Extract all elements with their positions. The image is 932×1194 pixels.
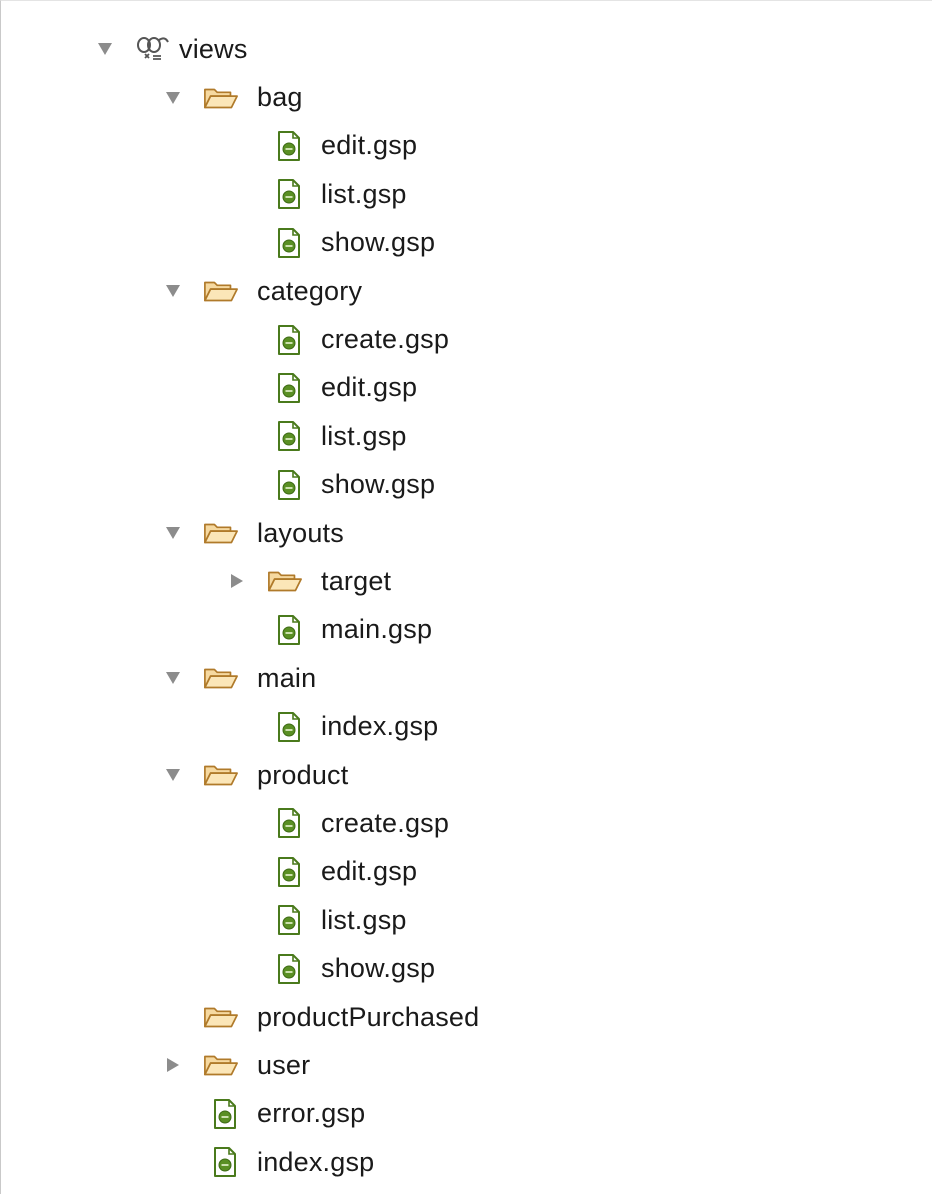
tree-folder-target[interactable]: target <box>1 557 932 605</box>
gsp-file-icon <box>271 372 307 404</box>
tree-file[interactable]: list.gsp <box>1 170 932 218</box>
tree-item-label: main <box>257 662 317 693</box>
expand-toggle[interactable] <box>163 668 183 688</box>
tree-file[interactable]: edit.gsp <box>1 122 932 170</box>
folder-icon <box>203 517 239 549</box>
tree-root-label: views <box>179 33 248 64</box>
tree-file[interactable]: create.gsp <box>1 315 932 363</box>
tree-folder-productpurchased[interactable]: productPurchased <box>1 993 932 1041</box>
tree-item-label: main.gsp <box>321 614 433 645</box>
folder-icon <box>203 1001 239 1033</box>
expand-toggle[interactable] <box>163 1055 183 1075</box>
folder-icon <box>203 662 239 694</box>
tree-file[interactable]: index.gsp <box>1 1138 932 1186</box>
tree-folder-product[interactable]: product <box>1 751 932 799</box>
folder-icon <box>267 565 303 597</box>
tree-folder-user[interactable]: user <box>1 1041 932 1089</box>
tree-file[interactable]: show.gsp <box>1 219 932 267</box>
folder-icon <box>203 1049 239 1081</box>
tree-folder-layouts[interactable]: layouts <box>1 509 932 557</box>
gsp-file-icon <box>271 711 307 743</box>
tree-item-label: create.gsp <box>321 807 450 838</box>
gsp-file-icon <box>207 1098 243 1130</box>
tree-item-label: product <box>257 759 349 790</box>
chevron-down-icon[interactable] <box>166 769 180 782</box>
tree-item-label: show.gsp <box>321 953 436 984</box>
tree-file[interactable]: index.gsp <box>1 702 932 750</box>
gsp-file-icon <box>271 614 307 646</box>
tree-item-label: productPurchased <box>257 1001 480 1032</box>
tree-item-label: show.gsp <box>321 227 436 258</box>
tree-file[interactable]: edit.gsp <box>1 364 932 412</box>
tree-item-label: target <box>321 565 392 596</box>
tree-item-label: bag <box>257 82 303 113</box>
chevron-down-icon[interactable] <box>166 91 180 104</box>
file-tree: views bag edit.gsp list.gsp show.gsp categor… <box>1 25 932 1186</box>
tree-item-label: show.gsp <box>321 469 436 500</box>
tree-file[interactable]: show.gsp <box>1 461 932 509</box>
gsp-file-icon <box>271 420 307 452</box>
tree-item-label: create.gsp <box>321 324 450 355</box>
gsp-file-icon <box>271 807 307 839</box>
tree-file[interactable]: create.gsp <box>1 799 932 847</box>
tree-file[interactable]: edit.gsp <box>1 848 932 896</box>
tree-item-label: index.gsp <box>321 711 439 742</box>
tree-file[interactable]: list.gsp <box>1 412 932 460</box>
chevron-right-icon[interactable] <box>167 1058 179 1073</box>
gsp-file-icon <box>271 324 307 356</box>
tree-item-label: edit.gsp <box>321 372 418 403</box>
gsp-file-icon <box>271 469 307 501</box>
gsp-file-icon <box>271 856 307 888</box>
tree-item-label: edit.gsp <box>321 856 418 887</box>
expand-toggle[interactable] <box>163 281 183 301</box>
tree-item-label: index.gsp <box>257 1146 375 1177</box>
chevron-right-icon[interactable] <box>231 574 243 589</box>
tree-file[interactable]: error.gsp <box>1 1090 932 1138</box>
tree-item-label: edit.gsp <box>321 130 418 161</box>
chevron-down-icon[interactable] <box>166 527 180 540</box>
tree-item-label: list.gsp <box>321 178 407 209</box>
tree-item-label: layouts <box>257 517 344 548</box>
tree-folder-category[interactable]: category <box>1 267 932 315</box>
tree-item-label: user <box>257 1049 311 1080</box>
tree-file[interactable]: list.gsp <box>1 896 932 944</box>
chevron-down-icon[interactable] <box>166 672 180 685</box>
views-package-icon <box>135 33 171 65</box>
tree-folder-main[interactable]: main <box>1 654 932 702</box>
gsp-file-icon <box>271 130 307 162</box>
tree-folder-bag[interactable]: bag <box>1 73 932 121</box>
expand-toggle[interactable] <box>163 523 183 543</box>
folder-icon <box>203 275 239 307</box>
gsp-file-icon <box>271 904 307 936</box>
tree-root-views[interactable]: views <box>1 25 932 73</box>
chevron-down-icon[interactable] <box>166 285 180 298</box>
folder-icon <box>203 759 239 791</box>
tree-item-label: category <box>257 275 363 306</box>
expand-toggle[interactable] <box>95 39 115 59</box>
gsp-file-icon <box>271 227 307 259</box>
tree-file[interactable]: show.gsp <box>1 944 932 992</box>
tree-item-label: error.gsp <box>257 1098 366 1129</box>
expand-toggle[interactable] <box>163 88 183 108</box>
folder-icon <box>203 82 239 114</box>
gsp-file-icon <box>207 1146 243 1178</box>
tree-file[interactable]: main.gsp <box>1 606 932 654</box>
expand-toggle[interactable] <box>163 765 183 785</box>
tree-item-label: list.gsp <box>321 904 407 935</box>
gsp-file-icon <box>271 178 307 210</box>
tree-item-label: list.gsp <box>321 420 407 451</box>
expand-toggle[interactable] <box>227 571 247 591</box>
project-explorer-panel: views bag edit.gsp list.gsp show.gsp categor… <box>0 0 932 1194</box>
gsp-file-icon <box>271 953 307 985</box>
chevron-down-icon[interactable] <box>98 43 112 56</box>
